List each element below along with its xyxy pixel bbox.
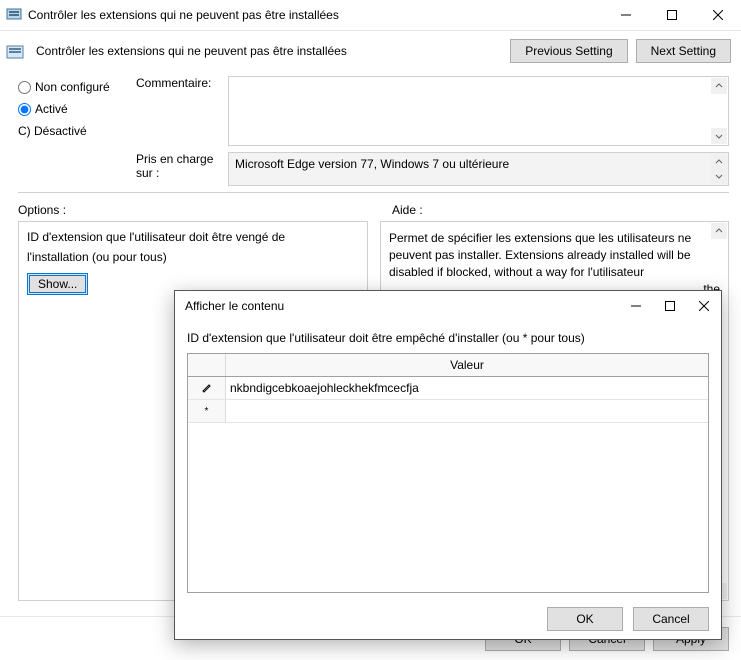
next-setting-button[interactable]: Next Setting [636, 39, 731, 63]
options-label: Options : [18, 203, 380, 217]
scroll-down-icon[interactable] [711, 168, 727, 184]
options-heading-line2: l'installation (ou pour tous) [27, 250, 359, 266]
titlebar: Contrôler les extensions qui ne peuvent … [0, 0, 741, 30]
radio-enabled-label: Activé [35, 102, 68, 116]
row-indicator-edit-icon [188, 377, 226, 399]
radio-not-configured-label: Non configuré [35, 80, 110, 94]
value-input[interactable] [230, 378, 704, 398]
grid-header: Valeur [188, 354, 708, 377]
close-button[interactable] [695, 0, 741, 30]
dialog-close-button[interactable] [687, 291, 721, 321]
header-row: Contrôler les extensions qui ne peuvent … [0, 30, 741, 70]
show-contents-dialog: Afficher le contenu ID d'extension que l… [174, 290, 722, 640]
app-icon [6, 7, 22, 23]
scroll-up-icon[interactable] [711, 78, 727, 94]
radio-not-configured[interactable]: Non configuré [18, 76, 136, 98]
dialog-caption: ID d'extension que l'utilisateur doit êt… [187, 331, 709, 345]
minimize-button[interactable] [603, 0, 649, 30]
supported-on-text: Microsoft Edge version 77, Windows 7 ou … [235, 157, 509, 171]
comment-label: Commentaire: [136, 76, 228, 90]
dialog-body: ID d'extension que l'utilisateur doit êt… [175, 321, 721, 599]
grid-cell[interactable] [226, 400, 708, 422]
divider [18, 192, 729, 193]
supported-on-box: Microsoft Edge version 77, Windows 7 ou … [228, 152, 729, 186]
help-text: Permet de spécifier les extensions que l… [389, 230, 720, 280]
window-title: Contrôler les extensions qui ne peuvent … [28, 8, 603, 22]
radio-disabled-label: C) Désactivé [18, 124, 87, 138]
policy-icon [6, 43, 22, 59]
show-button[interactable]: Show... [27, 273, 88, 295]
dialog-titlebar: Afficher le contenu [175, 291, 721, 321]
dialog-minimize-button[interactable] [619, 291, 653, 321]
scroll-up-icon[interactable] [711, 223, 727, 239]
value-grid[interactable]: Valeur * [187, 353, 709, 593]
state-radios: Non configuré Activé C) Désactivé [18, 76, 136, 142]
radio-not-configured-input[interactable] [18, 81, 31, 94]
help-label: Aide : [392, 203, 423, 217]
dialog-cancel-button[interactable]: Cancel [633, 607, 709, 631]
radio-disabled[interactable]: C) Désactivé [18, 120, 136, 142]
supported-on-label: Pris en charge sur : [136, 152, 228, 180]
previous-setting-button[interactable]: Previous Setting [510, 39, 627, 63]
row-indicator-new-icon: * [188, 400, 226, 422]
grid-row[interactable]: * [188, 400, 708, 423]
scroll-down-icon[interactable] [711, 128, 727, 144]
value-input[interactable] [230, 401, 704, 421]
dialog-title: Afficher le contenu [185, 299, 619, 313]
radio-enabled[interactable]: Activé [18, 98, 136, 120]
radio-enabled-input[interactable] [18, 103, 31, 116]
options-heading-line1: ID d'extension que l'utilisateur doit êt… [27, 230, 359, 246]
dialog-ok-button[interactable]: OK [547, 607, 623, 631]
grid-cell[interactable] [226, 377, 708, 399]
maximize-button[interactable] [649, 0, 695, 30]
dialog-maximize-button[interactable] [653, 291, 687, 321]
grid-row[interactable] [188, 377, 708, 400]
header-title: Contrôler les extensions qui ne peuvent … [36, 44, 347, 58]
dialog-footer: OK Cancel [175, 599, 721, 639]
grid-corner [188, 354, 226, 376]
comment-textarea[interactable] [228, 76, 729, 146]
grid-column-header[interactable]: Valeur [226, 354, 708, 376]
